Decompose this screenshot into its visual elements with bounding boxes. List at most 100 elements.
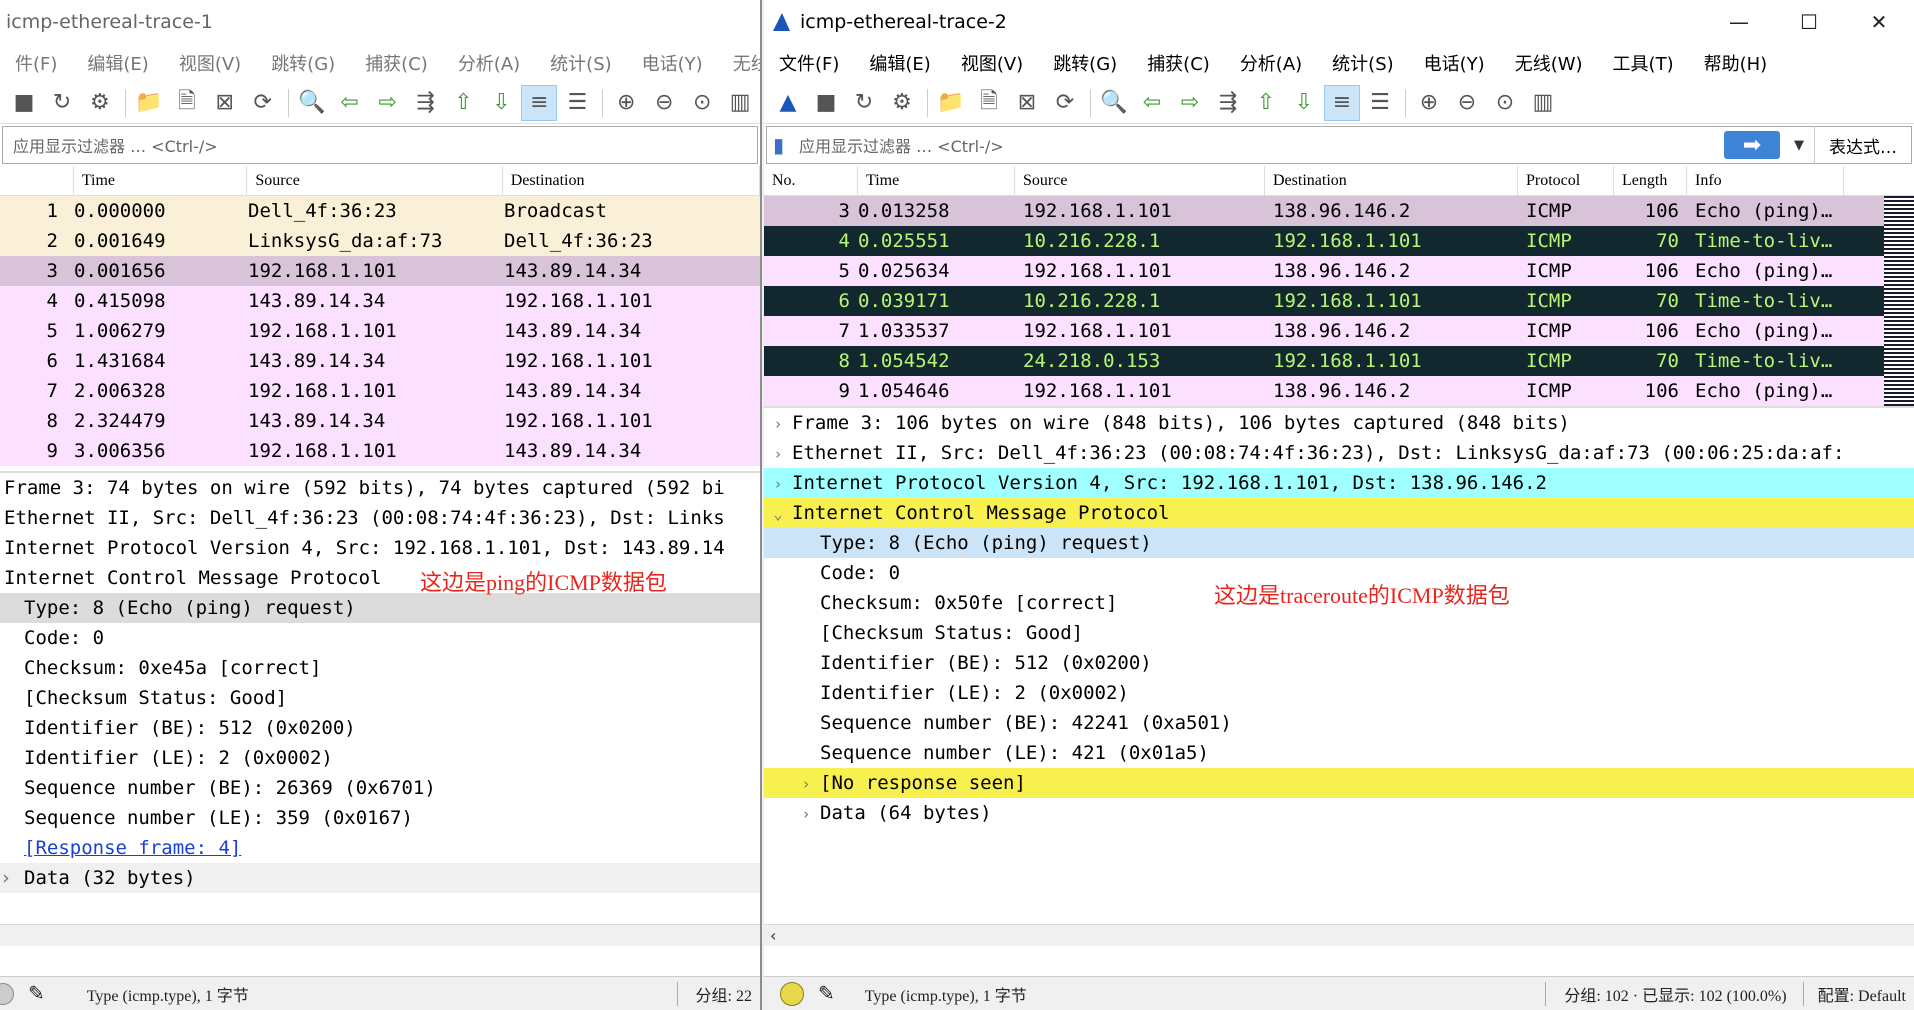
auto-scroll-icon[interactable]: ≡ <box>521 84 558 121</box>
right-filter-input[interactable]: 应用显示过滤器 … <Ctrl-/> <box>799 133 1724 157</box>
menu-item[interactable]: 件(F) <box>0 50 72 76</box>
colorize-icon[interactable]: ☰ <box>559 85 595 121</box>
detail-line[interactable]: Code: 0 <box>0 623 760 653</box>
menu-item[interactable]: 捕获(C) <box>1132 50 1225 76</box>
menu-item[interactable]: 文件(F) <box>764 50 854 76</box>
detail-line[interactable]: Internet Protocol Version 4, Src: 192.16… <box>0 533 760 563</box>
save-file-icon[interactable]: 🗎 <box>169 85 205 121</box>
menu-item[interactable]: 视图(V) <box>946 50 1038 76</box>
detail-line[interactable]: › Internet Protocol Version 4, Src: 192.1… <box>764 468 1914 498</box>
capture-options-icon[interactable]: ⚙ <box>82 85 118 121</box>
expand-chevron-icon[interactable]: › <box>792 799 820 828</box>
packet-row[interactable]: 5 1.006279 192.168.1.101 143.89.14.34 <box>0 316 760 346</box>
go-forward-icon[interactable]: ⇨ <box>370 85 406 121</box>
detail-line[interactable]: › Ethernet II, Src: Dell_4f:36:23 (00:08:… <box>764 438 1914 468</box>
auto-scroll-icon[interactable]: ≡ <box>1324 84 1360 121</box>
right-col-destination[interactable]: Destination <box>1265 166 1518 196</box>
go-back-icon[interactable]: ⇦ <box>332 85 368 121</box>
apply-filter-arrow-icon[interactable]: ➡ <box>1724 131 1780 159</box>
expand-chevron-icon[interactable]: › <box>0 863 24 893</box>
resize-columns-icon[interactable]: ▥ <box>1525 85 1561 121</box>
filter-dropdown-icon[interactable]: ▼ <box>1784 138 1814 153</box>
right-status-indicator-icon[interactable] <box>780 981 804 1006</box>
bookmark-icon[interactable]: ▮ <box>773 130 793 160</box>
menu-item[interactable]: 统计(S) <box>535 50 626 76</box>
go-last-icon[interactable]: ⇩ <box>483 85 519 121</box>
save-file-icon[interactable]: 🗎 <box>971 85 1007 121</box>
stop-capture-icon[interactable]: ■ <box>808 85 844 121</box>
detail-line[interactable]: Identifier (BE): 512 (0x0200) <box>764 648 1914 678</box>
menu-item[interactable]: 工具(T) <box>1598 50 1689 76</box>
left-horizontal-scrollbar[interactable] <box>0 924 760 946</box>
restart-capture-icon[interactable]: ↻ <box>846 85 882 121</box>
menu-item[interactable]: 捕获(C) <box>350 50 443 76</box>
right-col-no[interactable]: No. <box>764 166 858 196</box>
reload-file-icon[interactable]: ⟳ <box>245 85 281 121</box>
detail-line[interactable]: Identifier (LE): 2 (0x0002) <box>764 678 1914 708</box>
colorize-icon[interactable]: ☰ <box>1362 85 1398 121</box>
capture-options-icon[interactable]: ⚙ <box>884 85 920 121</box>
left-status-indicator-icon[interactable] <box>0 982 14 1005</box>
menu-item[interactable]: 无线 <box>718 50 760 76</box>
menu-item[interactable]: 分析(A) <box>443 50 535 76</box>
menu-item[interactable]: 电话(Y) <box>627 50 718 76</box>
detail-line[interactable]: Frame 3: 74 bytes on wire (592 bits), 74… <box>0 473 760 503</box>
right-display-filter[interactable]: ▮ 应用显示过滤器 … <Ctrl-/> ➡ ▼ 表达式… <box>766 126 1912 164</box>
zoom-reset-icon[interactable]: ⊙ <box>684 85 720 121</box>
zoom-out-icon[interactable]: ⊖ <box>646 85 682 121</box>
restart-capture-icon[interactable]: ↻ <box>44 85 80 121</box>
expand-chevron-icon[interactable]: › <box>792 769 820 798</box>
zoom-in-icon[interactable]: ⊕ <box>608 85 644 121</box>
right-col-source[interactable]: Source <box>1015 166 1265 196</box>
left-filter-input[interactable]: 应用显示过滤器 … <Ctrl-/> <box>3 133 757 157</box>
packet-row[interactable]: 8 2.324479 143.89.14.34 192.168.1.101 <box>0 406 760 436</box>
packet-row[interactable]: 9 3.006356 192.168.1.101 143.89.14.34 <box>0 436 760 466</box>
shark-fin-start-icon[interactable]: ▲ <box>770 85 806 121</box>
detail-line[interactable]: › Data (32 bytes) <box>0 863 760 893</box>
packet-row[interactable]: 7 1.033537 192.168.1.101 138.96.146.2 ICMP 10… <box>764 316 1914 346</box>
menu-item[interactable]: 分析(A) <box>1225 50 1317 76</box>
right-col-info[interactable]: Info <box>1687 166 1844 196</box>
left-display-filter[interactable]: 应用显示过滤器 … <Ctrl-/> <box>2 126 758 164</box>
close-file-icon[interactable]: ⊠ <box>207 85 243 121</box>
go-first-icon[interactable]: ⇧ <box>1248 85 1284 121</box>
detail-line[interactable]: Ethernet II, Src: Dell_4f:36:23 (00:08:7… <box>0 503 760 533</box>
minimize-button[interactable]: — <box>1704 0 1774 44</box>
right-col-length[interactable]: Length <box>1614 166 1687 196</box>
menu-item[interactable]: 电话(Y) <box>1409 50 1500 76</box>
scroll-left-icon[interactable]: ‹ <box>770 926 776 945</box>
resize-columns-icon[interactable]: ▥ <box>722 85 758 121</box>
expand-chevron-icon[interactable]: › <box>764 469 792 498</box>
detail-line[interactable]: Sequence number (BE): 26369 (0x6701) <box>0 773 760 803</box>
open-file-icon[interactable]: 📁 <box>131 85 167 121</box>
right-packet-list-minimap[interactable] <box>1884 196 1914 406</box>
detail-line[interactable]: [Response frame: 4] <box>0 833 760 863</box>
packet-row[interactable]: 1 0.000000 Dell_4f:36:23 Broadcast <box>0 196 760 226</box>
find-packet-icon[interactable]: 🔍 <box>294 85 330 121</box>
expand-chevron-icon[interactable]: › <box>764 409 792 438</box>
menu-item[interactable]: 跳转(G) <box>1038 50 1132 76</box>
right-col-time[interactable]: Time <box>858 166 1015 196</box>
detail-line[interactable]: [Checksum Status: Good] <box>764 618 1914 648</box>
detail-line[interactable]: › Data (64 bytes) <box>764 798 1914 828</box>
packet-row[interactable]: 4 0.025551 10.216.228.1 192.168.1.101 ICMP 70… <box>764 226 1914 256</box>
packet-row[interactable]: 7 2.006328 192.168.1.101 143.89.14.34 <box>0 376 760 406</box>
zoom-out-icon[interactable]: ⊖ <box>1449 85 1485 121</box>
expression-button[interactable]: 表达式… <box>1814 126 1911 164</box>
zoom-reset-icon[interactable]: ⊙ <box>1487 85 1523 121</box>
zoom-in-icon[interactable]: ⊕ <box>1411 85 1447 121</box>
packet-row[interactable]: 5 0.025634 192.168.1.101 138.96.146.2 ICMP 10… <box>764 256 1914 286</box>
stop-capture-icon[interactable]: ■ <box>6 85 42 121</box>
left-edit-comment-icon[interactable]: ✎ <box>28 981 45 1006</box>
menu-item[interactable]: 视图(V) <box>164 50 256 76</box>
right-edit-comment-icon[interactable]: ✎ <box>818 981 835 1006</box>
expand-chevron-icon[interactable]: ⌄ <box>764 499 792 528</box>
packet-row[interactable]: 4 0.415098 143.89.14.34 192.168.1.101 <box>0 286 760 316</box>
right-horizontal-scrollbar[interactable]: ‹ <box>764 924 1914 946</box>
menu-item[interactable]: 帮助(H) <box>1689 50 1783 76</box>
packet-row[interactable]: 3 0.001656 192.168.1.101 143.89.14.34 <box>0 256 760 286</box>
detail-line[interactable]: Identifier (LE): 2 (0x0002) <box>0 743 760 773</box>
maximize-button[interactable]: ☐ <box>1774 0 1844 44</box>
go-back-icon[interactable]: ⇦ <box>1134 85 1170 121</box>
close-button[interactable]: ✕ <box>1844 0 1914 44</box>
